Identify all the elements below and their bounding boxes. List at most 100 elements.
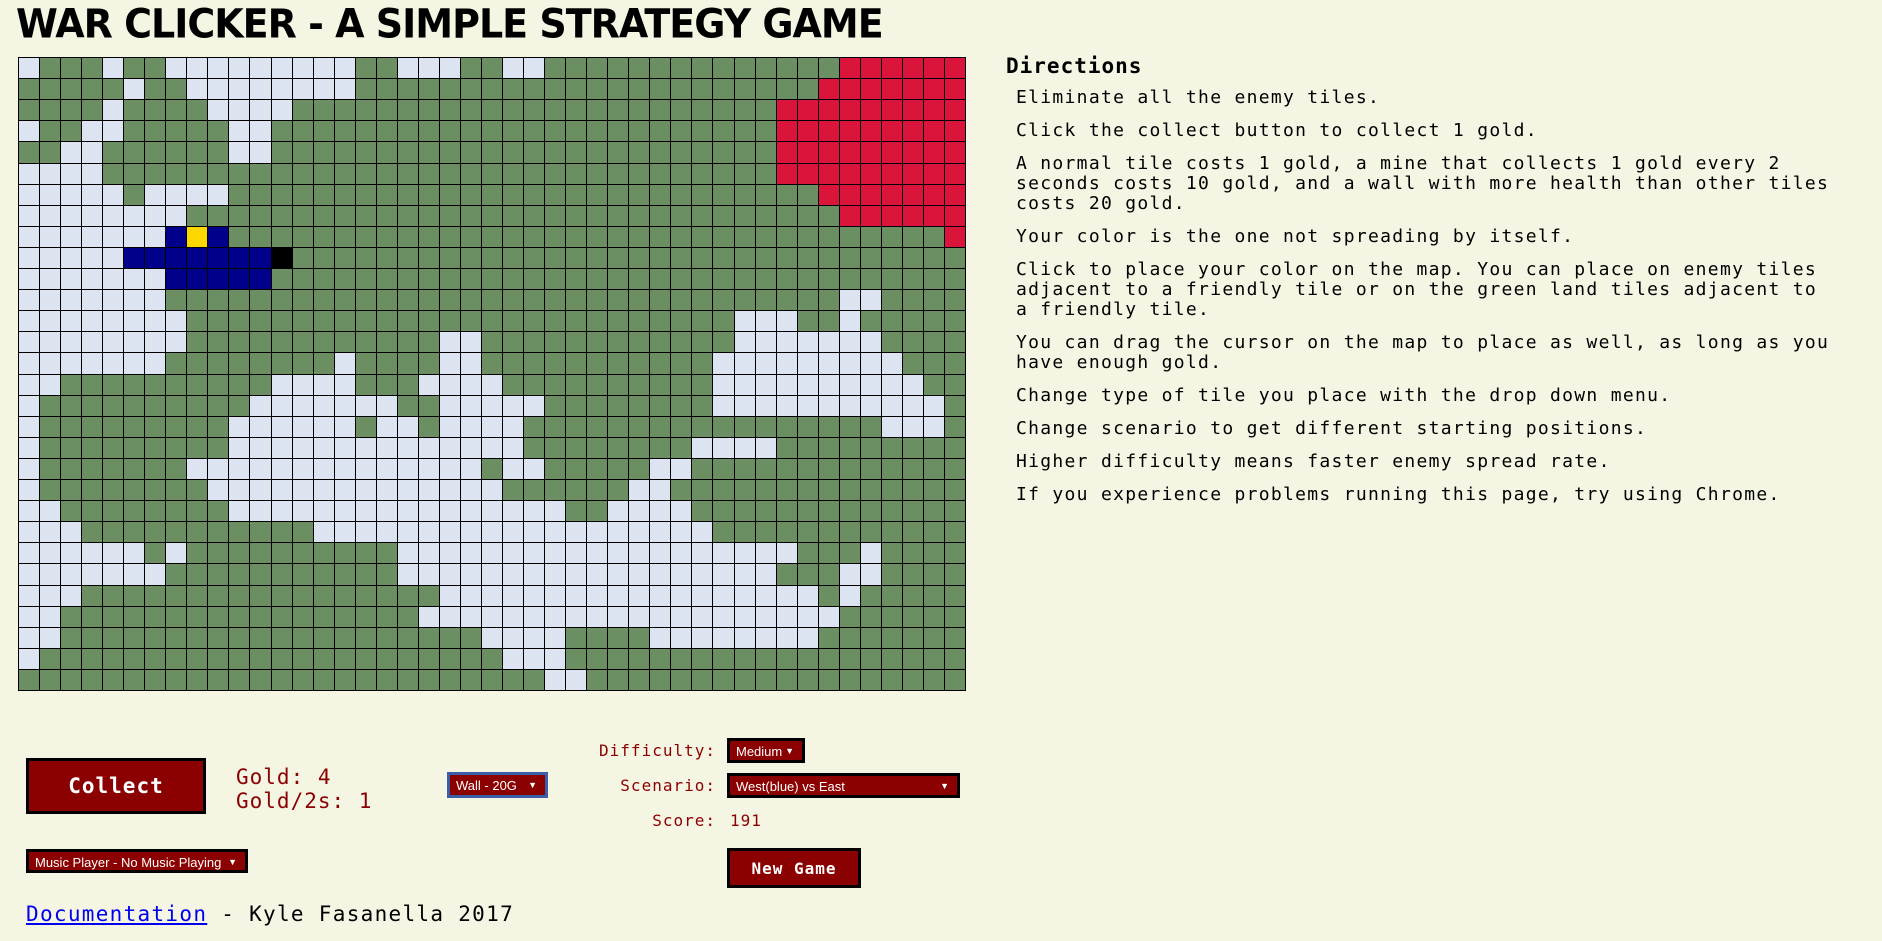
land-tile[interactable] bbox=[397, 606, 418, 627]
land-tile[interactable] bbox=[376, 374, 397, 395]
land-tile[interactable] bbox=[524, 79, 545, 100]
water-tile[interactable] bbox=[839, 395, 860, 416]
land-tile[interactable] bbox=[671, 290, 692, 311]
water-tile[interactable] bbox=[755, 543, 776, 564]
land-tile[interactable] bbox=[944, 501, 965, 522]
enemy-tile[interactable] bbox=[923, 205, 944, 226]
water-tile[interactable] bbox=[503, 522, 524, 543]
enemy-tile[interactable] bbox=[839, 100, 860, 121]
land-tile[interactable] bbox=[860, 416, 881, 437]
land-tile[interactable] bbox=[418, 163, 439, 184]
land-tile[interactable] bbox=[923, 269, 944, 290]
land-tile[interactable] bbox=[503, 205, 524, 226]
land-tile[interactable] bbox=[524, 184, 545, 205]
water-tile[interactable] bbox=[439, 332, 460, 353]
land-tile[interactable] bbox=[166, 395, 187, 416]
water-tile[interactable] bbox=[40, 353, 61, 374]
land-tile[interactable] bbox=[944, 332, 965, 353]
land-tile[interactable] bbox=[481, 458, 503, 479]
land-tile[interactable] bbox=[229, 290, 250, 311]
land-tile[interactable] bbox=[187, 437, 208, 458]
land-tile[interactable] bbox=[902, 311, 923, 332]
land-tile[interactable] bbox=[776, 58, 797, 79]
land-tile[interactable] bbox=[481, 269, 503, 290]
water-tile[interactable] bbox=[292, 501, 313, 522]
land-tile[interactable] bbox=[650, 395, 671, 416]
land-tile[interactable] bbox=[82, 585, 103, 606]
water-tile[interactable] bbox=[713, 395, 734, 416]
land-tile[interactable] bbox=[818, 648, 839, 669]
land-tile[interactable] bbox=[671, 79, 692, 100]
land-tile[interactable] bbox=[776, 416, 797, 437]
water-tile[interactable] bbox=[334, 79, 355, 100]
land-tile[interactable] bbox=[124, 458, 145, 479]
water-tile[interactable] bbox=[166, 311, 187, 332]
water-tile[interactable] bbox=[671, 458, 692, 479]
land-tile[interactable] bbox=[524, 269, 545, 290]
water-tile[interactable] bbox=[271, 58, 292, 79]
land-tile[interactable] bbox=[566, 480, 587, 501]
water-tile[interactable] bbox=[145, 290, 166, 311]
land-tile[interactable] bbox=[545, 121, 566, 142]
water-tile[interactable] bbox=[503, 543, 524, 564]
water-tile[interactable] bbox=[545, 564, 566, 585]
land-tile[interactable] bbox=[40, 100, 61, 121]
land-tile[interactable] bbox=[103, 501, 124, 522]
land-tile[interactable] bbox=[313, 332, 334, 353]
water-tile[interactable] bbox=[460, 437, 481, 458]
land-tile[interactable] bbox=[418, 416, 439, 437]
water-tile[interactable] bbox=[292, 458, 313, 479]
enemy-tile[interactable] bbox=[797, 163, 818, 184]
land-tile[interactable] bbox=[82, 58, 103, 79]
water-tile[interactable] bbox=[418, 374, 439, 395]
water-tile[interactable] bbox=[439, 501, 460, 522]
land-tile[interactable] bbox=[650, 247, 671, 268]
enemy-tile[interactable] bbox=[923, 79, 944, 100]
land-tile[interactable] bbox=[923, 522, 944, 543]
water-tile[interactable] bbox=[61, 543, 82, 564]
land-tile[interactable] bbox=[923, 247, 944, 268]
land-tile[interactable] bbox=[292, 290, 313, 311]
water-tile[interactable] bbox=[40, 522, 61, 543]
land-tile[interactable] bbox=[187, 290, 208, 311]
land-tile[interactable] bbox=[460, 247, 481, 268]
land-tile[interactable] bbox=[376, 311, 397, 332]
land-tile[interactable] bbox=[418, 247, 439, 268]
land-tile[interactable] bbox=[545, 184, 566, 205]
water-tile[interactable] bbox=[229, 142, 250, 163]
water-tile[interactable] bbox=[608, 564, 629, 585]
enemy-tile[interactable] bbox=[923, 163, 944, 184]
water-tile[interactable] bbox=[19, 480, 40, 501]
land-tile[interactable] bbox=[524, 163, 545, 184]
land-tile[interactable] bbox=[187, 163, 208, 184]
water-tile[interactable] bbox=[397, 437, 418, 458]
land-tile[interactable] bbox=[271, 269, 292, 290]
land-tile[interactable] bbox=[881, 564, 902, 585]
water-tile[interactable] bbox=[776, 374, 797, 395]
land-tile[interactable] bbox=[755, 121, 776, 142]
land-tile[interactable] bbox=[271, 311, 292, 332]
land-tile[interactable] bbox=[923, 669, 944, 690]
land-tile[interactable] bbox=[187, 543, 208, 564]
land-tile[interactable] bbox=[902, 606, 923, 627]
water-tile[interactable] bbox=[860, 543, 881, 564]
land-tile[interactable] bbox=[187, 374, 208, 395]
water-tile[interactable] bbox=[902, 395, 923, 416]
water-tile[interactable] bbox=[418, 543, 439, 564]
land-tile[interactable] bbox=[250, 648, 271, 669]
land-tile[interactable] bbox=[313, 669, 334, 690]
water-tile[interactable] bbox=[61, 142, 82, 163]
land-tile[interactable] bbox=[671, 100, 692, 121]
land-tile[interactable] bbox=[587, 79, 608, 100]
water-tile[interactable] bbox=[587, 522, 608, 543]
land-tile[interactable] bbox=[713, 226, 734, 247]
land-tile[interactable] bbox=[524, 247, 545, 268]
land-tile[interactable] bbox=[797, 269, 818, 290]
land-tile[interactable] bbox=[271, 585, 292, 606]
land-tile[interactable] bbox=[818, 543, 839, 564]
water-tile[interactable] bbox=[734, 374, 755, 395]
land-tile[interactable] bbox=[692, 311, 713, 332]
land-tile[interactable] bbox=[923, 226, 944, 247]
water-tile[interactable] bbox=[629, 501, 650, 522]
land-tile[interactable] bbox=[881, 269, 902, 290]
